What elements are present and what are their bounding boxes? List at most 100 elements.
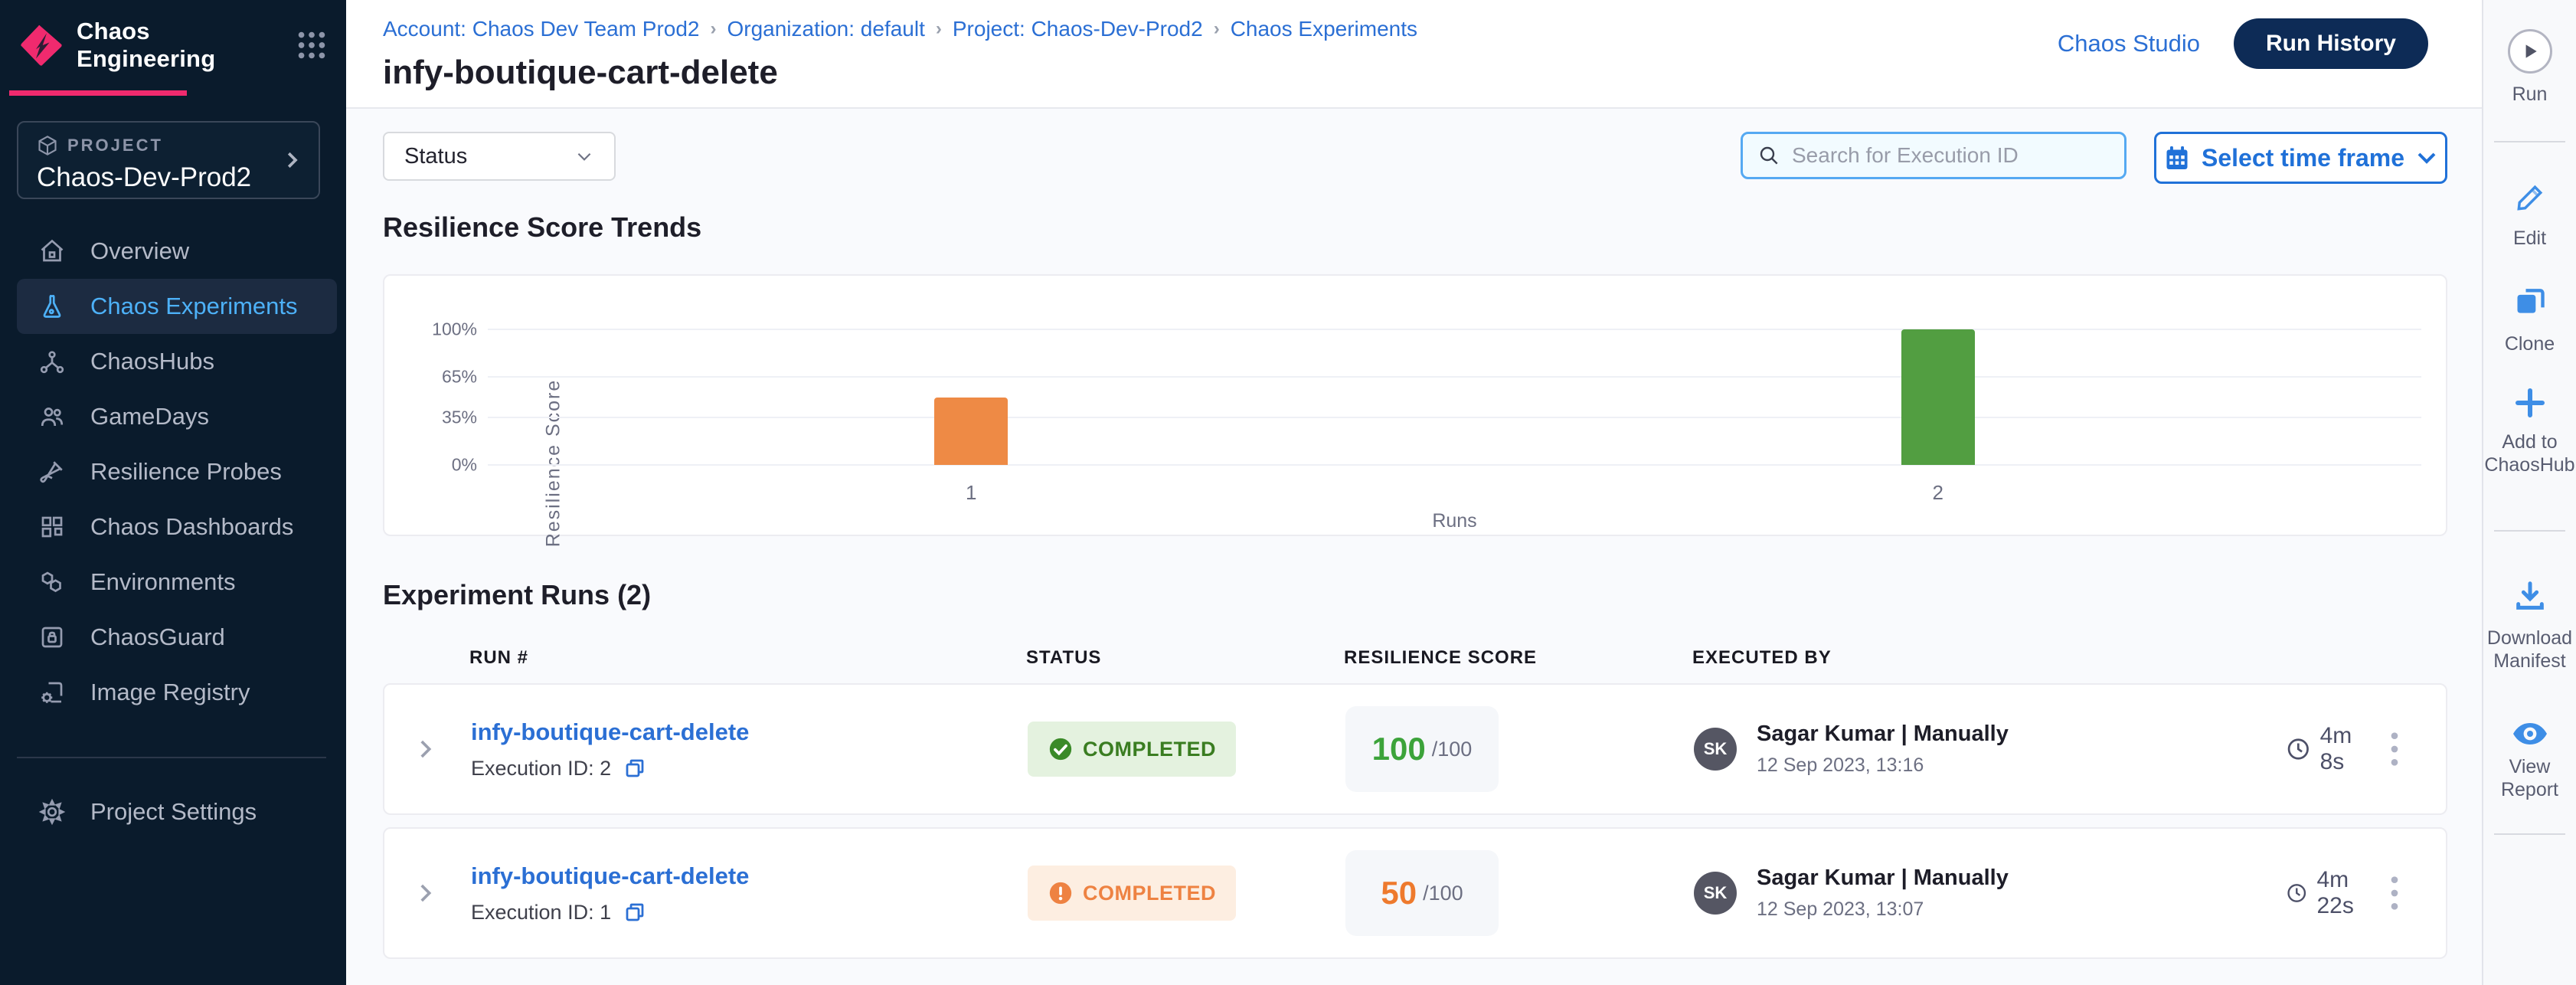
chart-category-label: 2 [1933,481,1943,505]
flask-icon [37,293,67,320]
calendar-icon [2163,144,2191,172]
column-header-resilience-score: RESILIENCE SCORE [1344,647,1692,669]
chart-gridline [488,329,2421,330]
sidebar-item-chaoshubs[interactable]: ChaosHubs [17,334,337,389]
avatar: SK [1694,872,1737,915]
chart-y-tick-label: 65% [442,366,477,387]
chart-y-axis-label: Resilience Score [543,349,565,578]
copy-icon[interactable] [623,901,646,924]
chart-category-label: 1 [966,481,976,505]
play-icon[interactable] [2508,29,2552,74]
status-filter-dropdown[interactable]: Status [383,132,616,181]
dashboard-icon [37,513,67,541]
chart-gridline [488,376,2421,378]
executed-at-timestamp: 12 Sep 2023, 13:07 [1757,898,2009,921]
sidebar-item-project-settings[interactable]: Project Settings [17,784,337,839]
download-manifest-button[interactable] [2483,579,2576,620]
avatar: SK [1694,728,1737,771]
gear-icon [37,798,67,826]
sidebar-item-environments[interactable]: Environments [17,555,337,610]
copy-icon[interactable] [623,757,646,780]
run-button-label: Run [2483,83,2576,106]
row-menu-kebab-icon[interactable] [2380,873,2449,913]
run-duration: 4m 8s [2238,723,2380,775]
chaos-engineering-app: Chaos Engineering PROJECT Chaos-Dev-Prod… [0,0,2576,985]
status-filter-label: Status [404,144,467,169]
executed-by-name: Sagar Kumar | Manually [1757,866,2009,891]
app-title: Chaos Engineering [77,18,294,73]
sidebar-item-resilience-probes[interactable]: Resilience Probes [17,444,337,499]
project-label: PROJECT [67,136,163,155]
execution-id-label: Execution ID: 2 [471,757,611,780]
download-manifest-label: Download Manifest [2483,627,2576,672]
chart-gridline [488,464,2421,466]
rail-divider [2494,141,2565,142]
plus-icon [2512,385,2548,421]
time-frame-button[interactable]: Select time frame [2154,132,2447,184]
chevron-right-icon: › [710,18,716,40]
execution-id-label: Execution ID: 1 [471,901,611,924]
clone-button[interactable] [2483,285,2576,324]
sidebar-header: Chaos Engineering [0,0,346,90]
cube-icon [37,135,58,156]
rail-divider [2494,530,2565,532]
chart-x-axis-label: Runs [1432,510,1476,532]
experiment-run-link[interactable]: infy-boutique-cart-delete [458,718,1028,746]
app-switcher-icon[interactable] [294,28,329,63]
sidebar-item-overview[interactable]: Overview [17,224,337,279]
sidebar-item-chaos-experiments[interactable]: Chaos Experiments [17,279,337,334]
search-input[interactable] [1792,143,2098,168]
sidebar-item-label: Resilience Probes [90,458,282,486]
project-selector[interactable]: PROJECT Chaos-Dev-Prod2 [17,121,320,199]
sidebar-item-label: Chaos Dashboards [90,513,293,541]
chevron-right-icon: › [1214,18,1220,40]
chart-y-tick-label: 100% [432,319,477,340]
chart-bar[interactable] [1901,329,1975,465]
row-menu-kebab-icon[interactable] [2380,729,2449,769]
harness-logo-icon[interactable] [20,24,63,67]
chevron-right-icon: › [936,18,942,40]
clone-button-label: Clone [2483,332,2576,355]
main-area: Account: Chaos Dev Team Prod2 › Organiza… [346,0,2482,985]
edit-button[interactable] [2483,181,2576,220]
sidebar-footer-nav: Project Settings [0,784,346,839]
chaos-studio-link[interactable]: Chaos Studio [2058,30,2200,57]
run-button[interactable] [2483,29,2576,74]
add-to-chaoshub-button[interactable] [2483,385,2576,427]
hub-icon [37,348,67,375]
check-circle-icon [1048,736,1074,762]
search-icon [1757,143,1781,168]
sidebar-item-image-registry[interactable]: Image Registry [17,665,337,720]
expand-row-icon[interactable] [412,880,458,906]
view-report-label: View Report [2483,755,2576,801]
chevron-down-icon [2415,146,2438,169]
table-row[interactable]: infy-boutique-cart-delete Execution ID: … [383,683,2447,815]
pencil-icon [2513,181,2547,214]
chart-bar[interactable] [934,398,1008,466]
chart-y-tick-label: 35% [442,407,477,428]
breadcrumb: Account: Chaos Dev Team Prod2 › Organiza… [383,17,1417,41]
breadcrumb-chaos-experiments[interactable]: Chaos Experiments [1231,17,1417,41]
column-header-run: RUN # [456,647,1026,669]
run-history-button[interactable]: Run History [2234,18,2428,69]
experiment-run-link[interactable]: infy-boutique-cart-delete [458,862,1028,890]
sidebar-item-gamedays[interactable]: GameDays [17,389,337,444]
sidebar-item-chaos-dashboards[interactable]: Chaos Dashboards [17,499,337,555]
breadcrumb-project[interactable]: Project: Chaos-Dev-Prod2 [953,17,1203,41]
lock-square-icon [37,623,67,651]
clone-icon [2513,285,2547,319]
breadcrumb-account[interactable]: Account: Chaos Dev Team Prod2 [383,17,699,41]
view-report-button[interactable] [2483,715,2576,758]
hexagons-icon [37,568,67,596]
sidebar-item-chaosguard[interactable]: ChaosGuard [17,610,337,665]
sidebar-item-label: Overview [90,237,189,265]
breadcrumb-organization[interactable]: Organization: default [727,17,924,41]
run-duration: 4m 22s [2238,867,2380,919]
alert-circle-icon [1048,880,1074,906]
table-row[interactable]: infy-boutique-cart-delete Execution ID: … [383,827,2447,959]
clock-icon [2286,880,2308,906]
resilience-trend-chart: Resilience Score Runs 0%35%65%100%12 [383,274,2447,536]
expand-row-icon[interactable] [412,736,458,762]
status-badge: COMPLETED [1028,866,1236,921]
column-header-status: STATUS [1026,647,1344,669]
